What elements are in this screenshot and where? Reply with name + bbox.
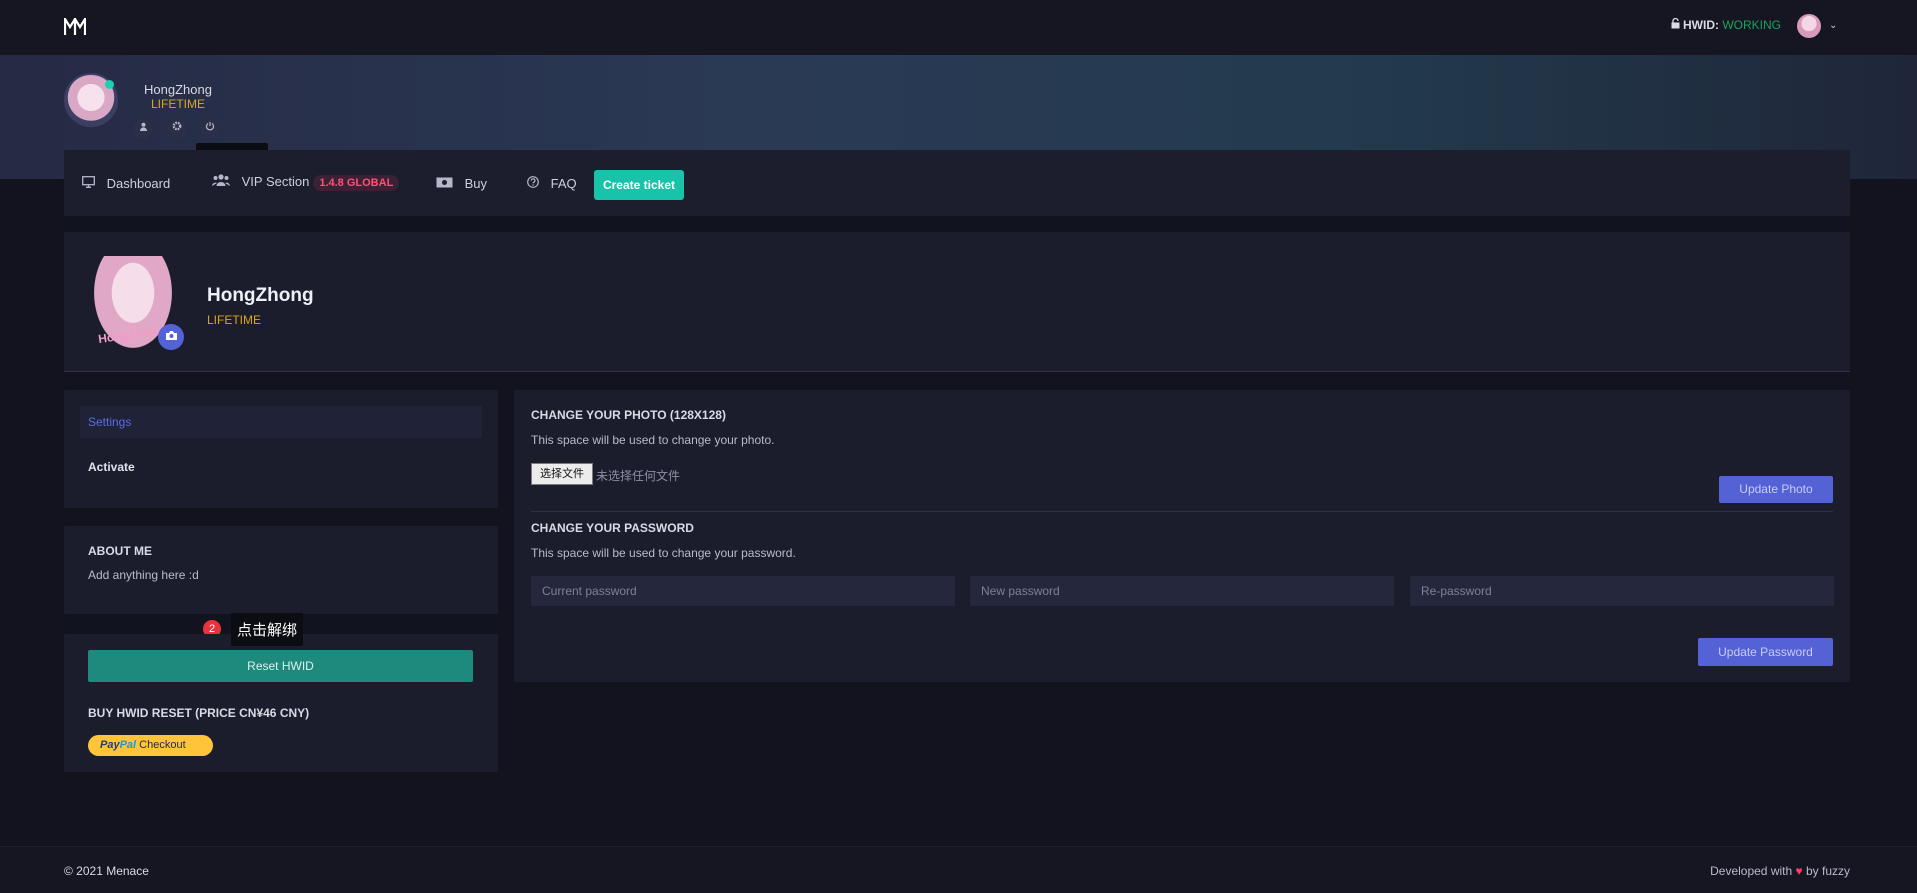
banner-tier: LIFETIME: [151, 97, 206, 111]
password-section-text: This space will be used to change your p…: [531, 546, 796, 560]
settings-panel: CHANGE YOUR PHOTO (128X128) This space w…: [514, 390, 1850, 682]
nav-buy-label: Buy: [464, 176, 488, 191]
about-title: ABOUT ME: [88, 544, 152, 558]
vip-version-badge: 1.4.8 GLOBAL: [313, 175, 400, 191]
create-ticket-button[interactable]: Create ticket: [594, 170, 684, 200]
nav-buy[interactable]: Buy: [436, 176, 487, 191]
paypal-logo-pal: Pal: [119, 739, 137, 751]
top-bar: HWID: WORKING ⌄: [0, 0, 1917, 55]
about-me-panel: ABOUT ME Add anything here :d: [64, 526, 498, 614]
camera-icon[interactable]: [158, 324, 184, 350]
buy-hwid-reset-title: BUY HWID RESET (PRICE CN¥46 CNY): [88, 706, 310, 720]
hwid-label: HWID:: [1683, 18, 1719, 32]
paypal-logo-pay: Pay: [100, 739, 120, 751]
online-status-dot: [105, 80, 114, 89]
about-text: Add anything here :d: [88, 568, 199, 582]
users-icon: [212, 174, 234, 189]
menace-logo[interactable]: [63, 15, 87, 36]
reset-hwid-button[interactable]: Reset HWID: [88, 650, 473, 682]
section-divider: [531, 511, 1833, 512]
money-icon: [436, 176, 457, 191]
copyright-text: © 2021 Menace: [64, 864, 149, 878]
re-password-field[interactable]: [1410, 576, 1834, 606]
developer-credit: Developed with ♥ by fuzzy: [1710, 864, 1850, 878]
settings-menu-panel: Settings Activate: [64, 390, 498, 508]
footer: © 2021 Menace Developed with ♥ by fuzzy: [0, 846, 1917, 893]
nav-dashboard-label: Dashboard: [106, 176, 171, 191]
update-password-button[interactable]: Update Password: [1698, 638, 1833, 666]
nav-faq-label: FAQ: [550, 176, 577, 191]
profile-name: HongZhong: [207, 285, 314, 306]
monitor-icon: [82, 176, 99, 191]
chevron-down-icon[interactable]: ⌄: [1829, 20, 1837, 31]
nav-dashboard[interactable]: Dashboard: [82, 176, 170, 191]
profile-header-card: HongZhon HongZhong LIFETIME: [64, 232, 1850, 372]
developed-with-text: Developed with: [1710, 864, 1793, 878]
paypal-checkout-button[interactable]: PayPal Checkout: [88, 735, 213, 756]
menu-item-settings[interactable]: Settings: [80, 406, 482, 438]
photo-section-text: This space will be used to change your p…: [531, 433, 775, 447]
nav-vip-section[interactable]: VIP Section 1.4.8 GLOBAL: [212, 174, 400, 191]
update-photo-button[interactable]: Update Photo: [1719, 476, 1833, 503]
gear-icon[interactable]: [167, 119, 187, 139]
by-author-text: by fuzzy: [1805, 864, 1850, 878]
hwid-status: HWID: WORKING: [1671, 17, 1782, 32]
profile-user-icon[interactable]: [133, 119, 153, 139]
profile-tier: LIFETIME: [207, 313, 262, 327]
user-avatar[interactable]: [1797, 14, 1821, 38]
menu-item-activate[interactable]: Activate: [88, 460, 135, 474]
current-password-field[interactable]: [531, 576, 955, 606]
nav-faq[interactable]: FAQ: [527, 176, 577, 191]
power-icon[interactable]: [200, 119, 220, 139]
main-nav: Dashboard VIP Section 1.4.8 GLOBAL Buy FA…: [64, 150, 1850, 216]
lock-icon: [1671, 17, 1680, 32]
hwid-reset-panel: Reset HWID BUY HWID RESET (PRICE CN¥46 C…: [64, 634, 498, 772]
paypal-checkout-label: Checkout: [139, 739, 186, 751]
banner-username: HongZhong: [144, 82, 212, 97]
heart-icon: ♥: [1795, 864, 1803, 878]
nav-vip-label: VIP Section: [241, 174, 310, 189]
question-icon: [527, 176, 543, 191]
callout-click-unbind: 点击解绑: [231, 613, 304, 646]
no-file-chosen-text: 未选择任何文件: [596, 469, 681, 483]
new-password-field[interactable]: [970, 576, 1394, 606]
password-section-title: CHANGE YOUR PASSWORD: [531, 521, 694, 535]
hwid-status-text: WORKING: [1722, 18, 1782, 32]
choose-file-button[interactable]: 选择文件: [531, 463, 593, 485]
photo-section-title: CHANGE YOUR PHOTO (128X128): [531, 408, 726, 422]
